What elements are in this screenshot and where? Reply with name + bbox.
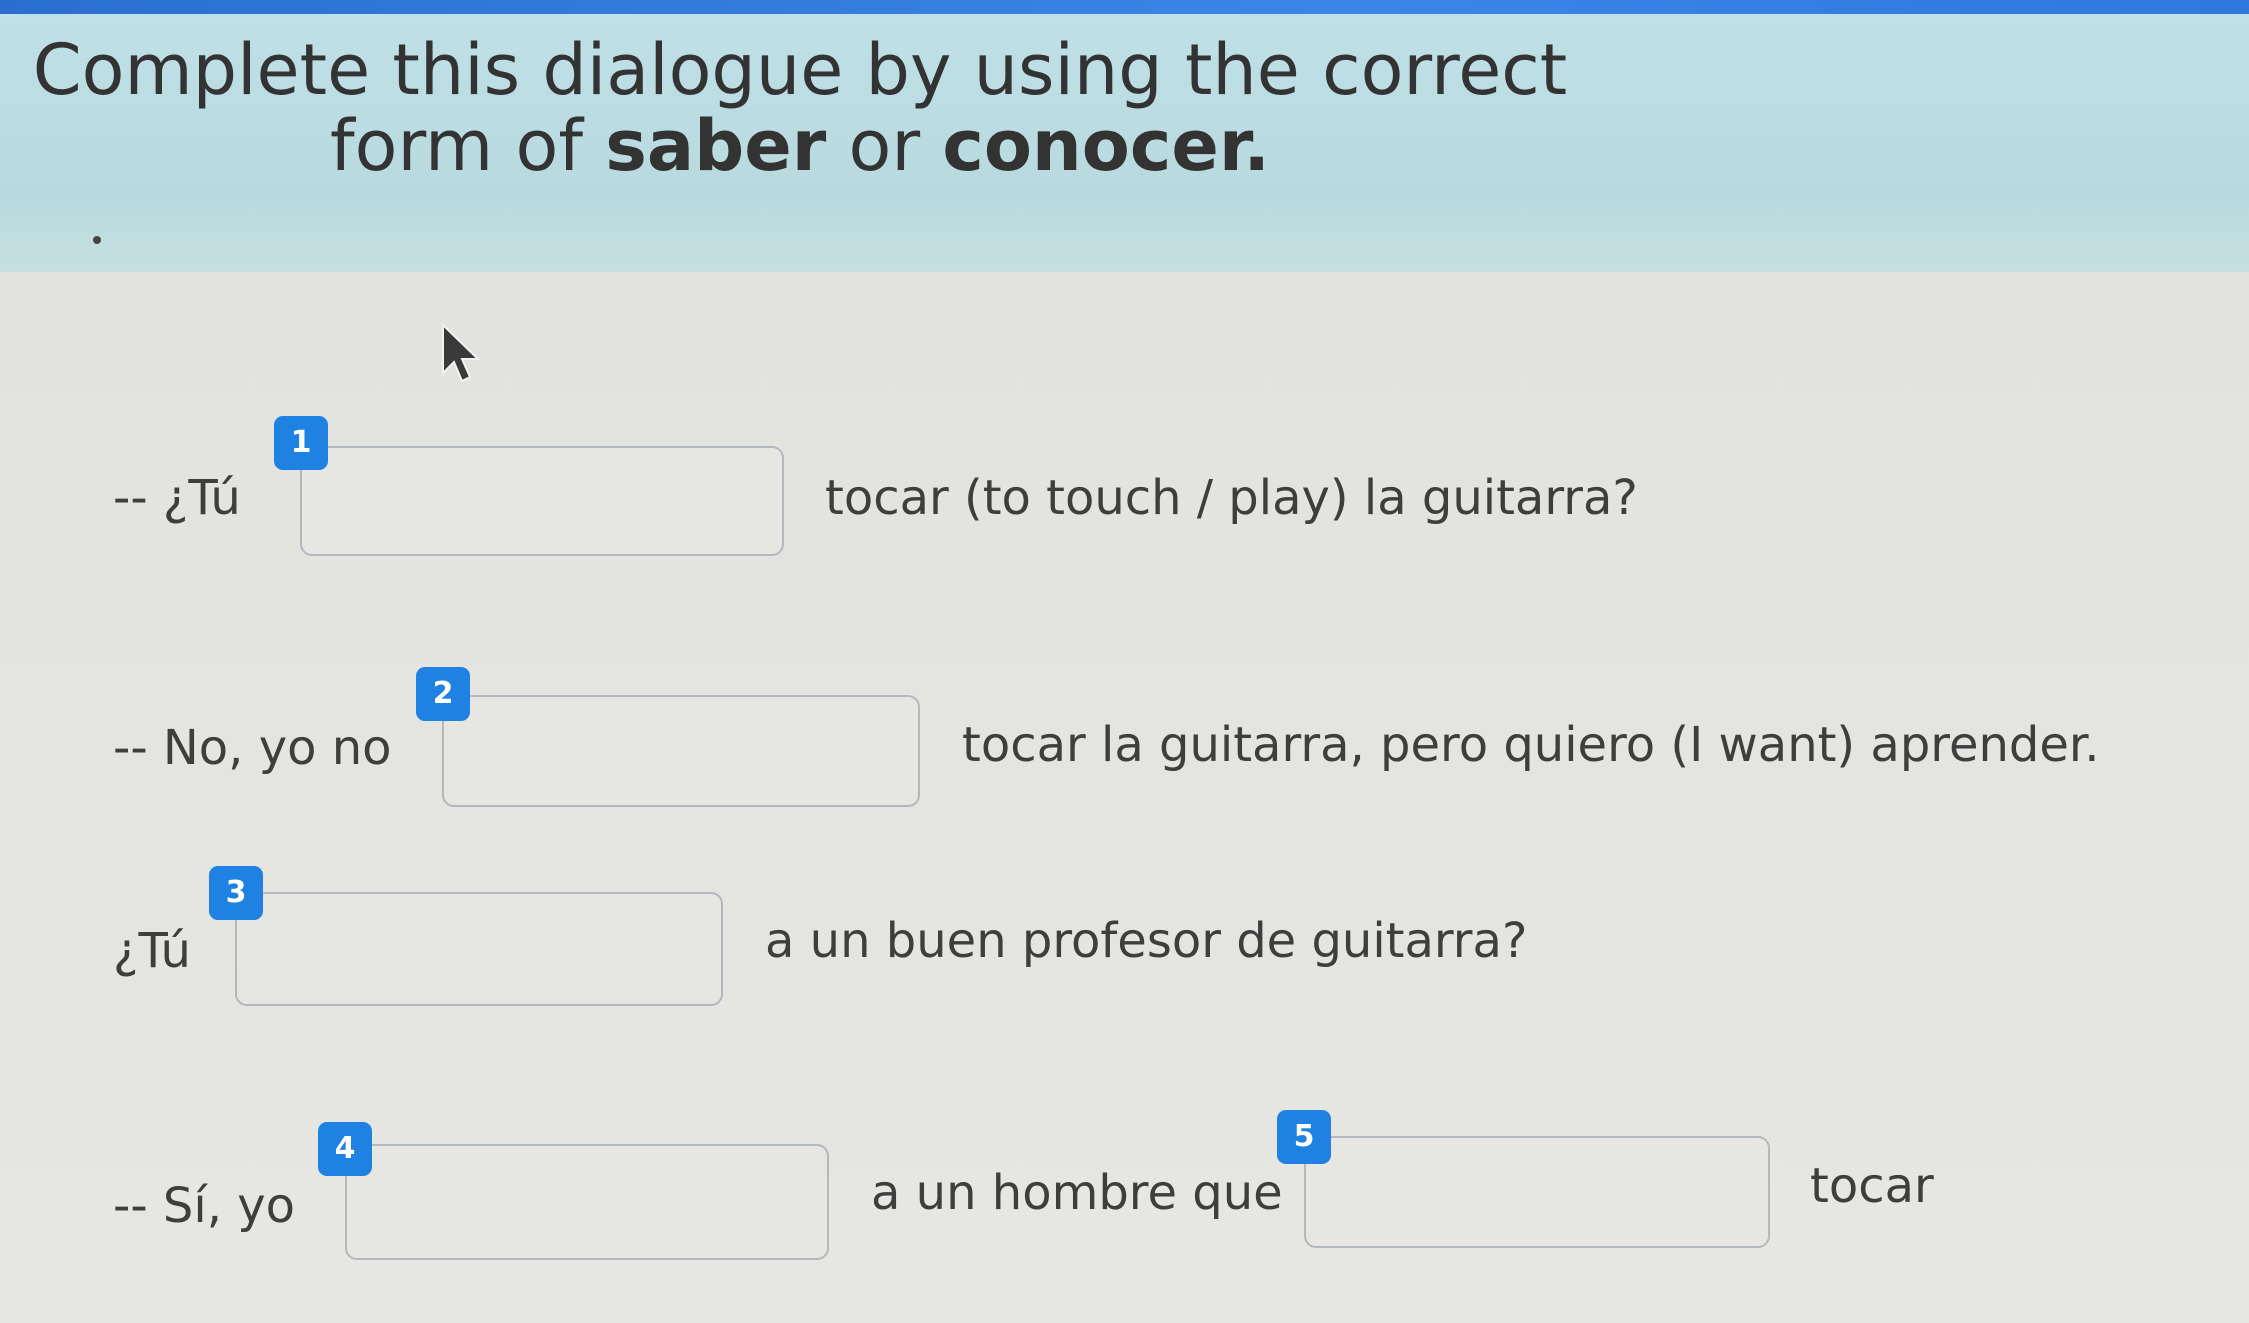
title-conocer: conocer (942, 105, 1244, 187)
title-or: or (826, 105, 943, 187)
line4-prefix: -- Sí, yo (113, 1178, 295, 1234)
answer-blank-5[interactable] (1304, 1136, 1770, 1248)
line4-middle: a un hombre que (871, 1165, 1283, 1221)
stray-dot (93, 236, 101, 244)
answer-blank-4[interactable] (345, 1144, 829, 1260)
title-period: . (1243, 105, 1270, 187)
mouse-pointer-icon (440, 322, 484, 389)
line1-prefix: -- ¿Tú (113, 470, 241, 526)
answer-blank-2[interactable] (442, 695, 920, 807)
answer-blank-1[interactable] (300, 446, 784, 556)
line4-suffix: tocar (1810, 1158, 1934, 1214)
top-accent-bar (0, 0, 2249, 14)
line3-prefix: ¿Tú (113, 923, 191, 979)
line3-suffix: a un buen profesor de guitarra? (765, 913, 1528, 969)
blank-number-badge-3: 3 (209, 866, 263, 920)
title-line-2-prefix: form of (330, 105, 606, 187)
blank-number-badge-2: 2 (416, 667, 470, 721)
instructions-header: Complete this dialogue by using the corr… (0, 14, 2249, 272)
instructions-title: Complete this dialogue by using the corr… (0, 32, 1600, 184)
answer-blank-3[interactable] (235, 892, 723, 1006)
title-line-1: Complete this dialogue by using the corr… (32, 29, 1568, 111)
title-saber: saber (605, 105, 827, 187)
line2-suffix: tocar la guitarra, pero quiero (I want) … (962, 717, 2100, 773)
line1-suffix: tocar (to touch / play) la guitarra? (825, 470, 1638, 526)
blank-number-badge-4: 4 (318, 1122, 372, 1176)
line2-prefix: -- No, yo no (113, 720, 392, 776)
blank-number-badge-5: 5 (1277, 1110, 1331, 1164)
page: Complete this dialogue by using the corr… (0, 0, 2249, 1323)
blank-number-badge-1: 1 (274, 416, 328, 470)
